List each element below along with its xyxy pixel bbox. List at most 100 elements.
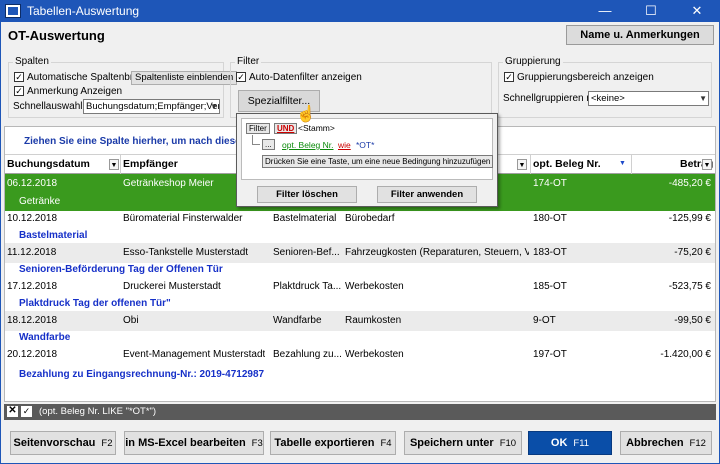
table-row[interactable]: 11.12.2018 Esso-Tankstelle Musterstadt S…: [5, 243, 715, 263]
save-as-button[interactable]: Speichern unter F10: [404, 431, 522, 455]
cell-date: 10.12.2018: [7, 213, 58, 224]
cell-amount: -125,99 €: [668, 213, 711, 224]
button-label: Tabelle exportieren: [274, 437, 375, 449]
cell-recipient: Obi: [123, 315, 139, 326]
show-group-area-label: Gruppierungsbereich anzeigen: [517, 72, 654, 83]
close-icon[interactable]: ✕: [674, 0, 720, 22]
condition-menu-button[interactable]: ...: [262, 139, 275, 150]
note-text: Bezahlung zu Eingangsrechnung-Nr.: 2019-…: [19, 369, 265, 380]
cell-category: Raumkosten: [345, 315, 402, 326]
button-shortcut: F12: [689, 438, 706, 449]
grouping-group: Gruppierung: [498, 56, 712, 118]
button-label: in MS-Excel bearbeiten: [125, 437, 246, 449]
note-text: Plaktdruck Tag der offenen Tür": [19, 298, 171, 309]
title-bar: Tabellen-Auswertung — ☐ ✕: [0, 0, 720, 22]
maximize-icon[interactable]: ☐: [628, 0, 674, 22]
cell-date: 06.12.2018: [7, 178, 58, 189]
edit-excel-button[interactable]: in MS-Excel bearbeiten F3: [124, 431, 264, 455]
button-shortcut: F3: [251, 438, 263, 449]
note-text: Senioren-Beförderung Tag der Offenen Tür: [19, 264, 223, 275]
cell-beleg: 197-OT: [533, 349, 567, 360]
cell-recipient: Esso-Tankstelle Musterstadt: [123, 247, 249, 258]
add-condition-hint[interactable]: Drücken Sie eine Taste, um eine neue Bed…: [262, 155, 494, 168]
condition-operator[interactable]: wie: [338, 140, 351, 150]
table-row[interactable]: 18.12.2018 Obi Wandfarbe Raumkosten 9-OT…: [5, 311, 715, 331]
button-shortcut: F2: [101, 438, 113, 449]
filter-tree: Filter UND <Stamm> ... opt. Beleg Nr. wi…: [241, 118, 494, 180]
group-drop-hint[interactable]: Ziehen Sie eine Spalte hierher, um nach …: [24, 136, 266, 147]
button-shortcut: F10: [499, 438, 517, 449]
table-row[interactable]: 10.12.2018 Büromaterial Finsterwalder Ba…: [5, 209, 715, 229]
cell-purpose: Bezahlung zu...: [273, 349, 341, 360]
name-notes-button[interactable]: Name u. Anmerkungen: [566, 25, 714, 45]
filter-active-icon[interactable]: ▼: [619, 160, 627, 168]
cell-amount: -99,50 €: [674, 315, 711, 326]
page-preview-button[interactable]: Seitenvorschau F2: [10, 431, 116, 455]
cell-beleg: 185-OT: [533, 281, 567, 292]
col-header-recipient-label: Empfänger: [123, 158, 178, 170]
quick-select-label: Schnellauswahl:: [13, 101, 86, 112]
page-title: OT-Auswertung: [8, 28, 105, 43]
cell-recipient: Event-Management Musterstadt: [123, 349, 266, 360]
auto-width-checkbox[interactable]: [14, 72, 24, 82]
condition-value[interactable]: *OT*: [356, 140, 374, 150]
app-icon: [5, 4, 21, 18]
column-list-button[interactable]: Spaltenliste einblenden: [131, 71, 238, 85]
filter-enabled-checkbox[interactable]: ✓: [21, 406, 32, 417]
chevron-down-icon[interactable]: ▼: [517, 159, 527, 170]
cell-amount: -1.420,00 €: [660, 349, 711, 360]
cell-amount: -485,20 €: [668, 178, 711, 189]
export-table-button[interactable]: Tabelle exportieren F4: [270, 431, 396, 455]
ok-button[interactable]: OK F11: [528, 431, 612, 455]
clear-filter-icon[interactable]: ✕: [7, 406, 18, 417]
col-header-beleg[interactable]: opt. Beleg Nr.: [531, 155, 632, 174]
row-note: Bezahlung zu Eingangsrechnung-Nr.: 2019-…: [5, 366, 715, 384]
show-note-checkbox[interactable]: [14, 86, 24, 96]
grouping-legend: Gruppierung: [503, 56, 563, 67]
chevron-down-icon[interactable]: ▼: [109, 159, 119, 170]
minimize-icon[interactable]: —: [582, 0, 628, 22]
show-group-area-checkbox[interactable]: [504, 72, 514, 82]
apply-filter-button[interactable]: Filter anwenden: [377, 186, 477, 203]
table-row[interactable]: 20.12.2018 Event-Management Musterstadt …: [5, 345, 715, 365]
cell-date: 17.12.2018: [7, 281, 58, 292]
cell-purpose: Bastelmaterial: [273, 213, 337, 224]
tree-connector: [252, 135, 260, 145]
cell-category: Werbekosten: [345, 281, 404, 292]
filter-tab[interactable]: Filter: [246, 123, 270, 134]
cell-recipient: Getränkeshop Meier: [123, 178, 214, 189]
col-header-date[interactable]: Buchungsdatum: [5, 155, 121, 174]
filter-status-bar: ✕ ✓ (opt. Beleg Nr. LIKE "*OT*"): [4, 404, 716, 420]
root-label: <Stamm>: [298, 123, 335, 133]
button-label: Seitenvorschau: [13, 437, 96, 449]
cell-beleg: 9-OT: [533, 315, 556, 326]
cell-category: Bürobedarf: [345, 213, 395, 224]
filter-editor-popup: Filter UND <Stamm> ... opt. Beleg Nr. wi…: [236, 113, 498, 207]
condition-field[interactable]: opt. Beleg Nr.: [282, 140, 334, 150]
show-note-label: Anmerkung Anzeigen: [27, 86, 123, 97]
cancel-button[interactable]: Abbrechen F12: [620, 431, 712, 455]
auto-filter-checkbox[interactable]: [236, 72, 246, 82]
logical-operator[interactable]: UND: [274, 123, 298, 134]
quick-select-combo[interactable]: Buchungsdatum;Empfänger;Verwendu ▼: [83, 99, 220, 114]
cell-recipient: Büromaterial Finsterwalder: [123, 213, 243, 224]
quick-group-combo[interactable]: <keine> ▼: [588, 91, 709, 106]
table-row[interactable]: 17.12.2018 Druckerei Musterstadt Plaktdr…: [5, 277, 715, 297]
button-label: OK: [550, 437, 568, 449]
filter-expression[interactable]: (opt. Beleg Nr. LIKE "*OT*"): [39, 406, 156, 417]
chevron-down-icon[interactable]: ▼: [702, 159, 712, 170]
note-text: Wandfarbe: [19, 332, 71, 343]
clear-filter-button[interactable]: Filter löschen: [257, 186, 357, 203]
note-text: Getränke: [19, 196, 61, 207]
note-text: Bastelmaterial: [19, 230, 88, 241]
cell-purpose: Senioren-Bef...: [273, 247, 340, 258]
cell-date: 11.12.2018: [7, 247, 57, 258]
cell-category: Werbekosten: [345, 349, 404, 360]
cell-purpose: Wandfarbe: [273, 315, 322, 326]
cell-date: 20.12.2018: [7, 349, 58, 360]
cell-beleg: 183-OT: [533, 247, 567, 258]
col-header-date-label: Buchungsdatum: [7, 158, 90, 170]
button-label: Speichern unter: [409, 437, 494, 449]
cell-purpose: Plaktdruck Ta...: [273, 281, 341, 292]
col-header-beleg-label: opt. Beleg Nr.: [533, 158, 601, 170]
